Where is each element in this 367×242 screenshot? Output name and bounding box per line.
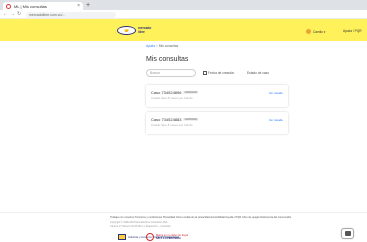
search-input[interactable]: Buscar	[146, 69, 196, 77]
status-badge: CERRADO	[183, 118, 199, 121]
footer-address: Carrera 17 Número 93-09 Piso 3, Bogotá D…	[110, 225, 171, 228]
browser-tab-strip: ML | Mis consultas × +	[0, 0, 367, 10]
anti-piracy-line2: NO A LA PIRATERÍA	[156, 237, 181, 240]
sic-logo-icon	[118, 234, 126, 240]
address-bar-row: ← → ↻ mercadolibre.com.co/...	[0, 10, 367, 19]
status-badge: CERRADO	[183, 91, 199, 94]
no-piracy-icon	[146, 233, 154, 241]
breadcrumb-parent-link[interactable]: Ayuda	[146, 44, 155, 48]
chat-icon	[344, 231, 351, 236]
browser-tab[interactable]: ML | Mis consultas ×	[3, 2, 83, 10]
site-header: 🤝 mercado libre Camilo ▾ Ayuda / PQR	[0, 19, 367, 41]
case-card[interactable]: Caso 734524883 CERRADO Creado hace 8 mese…	[146, 112, 288, 134]
new-tab-button[interactable]: +	[86, 2, 90, 9]
back-icon[interactable]: ←	[3, 11, 8, 18]
status-filter-dropdown[interactable]: Estado de caso	[247, 71, 269, 75]
case-detail-link[interactable]: Ver detalle	[269, 118, 283, 122]
user-name: Camilo	[313, 29, 323, 34]
help-link[interactable]: Ayuda / PQR	[343, 29, 362, 33]
close-tab-icon[interactable]: ×	[77, 3, 80, 9]
avatar	[306, 29, 311, 34]
chevron-down-icon: ▾	[323, 29, 326, 34]
case-subtitle: Creado hace 8 meses por Camilo	[151, 96, 193, 100]
favicon-icon	[6, 3, 11, 9]
case-subtitle: Creado hace 8 meses por Camilo	[151, 123, 193, 127]
anti-piracy-badge[interactable]: Marca en no debe ser ilegal NO A LA PIRA…	[146, 233, 188, 241]
date-filter-label: Fecha de creación	[208, 71, 235, 75]
case-detail-link[interactable]: Ver detalle	[269, 91, 283, 95]
tab-title: ML | Mis consultas	[14, 3, 47, 9]
breadcrumb-separator: >	[155, 44, 158, 48]
case-card[interactable]: Caso 734524896 CERRADO Creado hace 8 mese…	[146, 85, 288, 107]
brand-logo[interactable]: 🤝 mercado libre	[117, 26, 151, 35]
page-title: Mis consultas	[146, 56, 189, 63]
reload-icon[interactable]: ↻	[17, 11, 21, 18]
case-title: Caso 734524896	[151, 90, 182, 95]
url-text: mercadolibre.com.co/...	[29, 12, 66, 17]
handshake-logo-icon: 🤝	[117, 26, 136, 35]
logo-line2: libre	[138, 29, 145, 34]
case-title: Caso 734524883	[151, 117, 182, 122]
breadcrumb-current: Mis consultas	[158, 44, 179, 48]
site-footer: Trabaja con nosotros Términos y condicio…	[0, 212, 367, 242]
user-menu[interactable]: Camilo ▾	[306, 29, 325, 34]
status-filter-label: Estado de caso	[247, 71, 269, 75]
breadcrumb: Ayuda>Mis consultas	[146, 44, 178, 48]
footer-links[interactable]: Trabaja con nosotros Términos y condicio…	[110, 216, 291, 219]
date-filter-dropdown[interactable]: Fecha de creación	[203, 71, 234, 75]
forward-icon[interactable]: →	[10, 11, 15, 18]
floating-help-button[interactable]	[341, 228, 354, 239]
url-field[interactable]: mercadolibre.com.co/...	[26, 11, 116, 18]
calendar-icon	[203, 71, 207, 75]
search-placeholder: Buscar	[150, 71, 160, 75]
footer-copyright: Copyright © 1999-2024 MercadoLibre Colom…	[110, 221, 169, 224]
